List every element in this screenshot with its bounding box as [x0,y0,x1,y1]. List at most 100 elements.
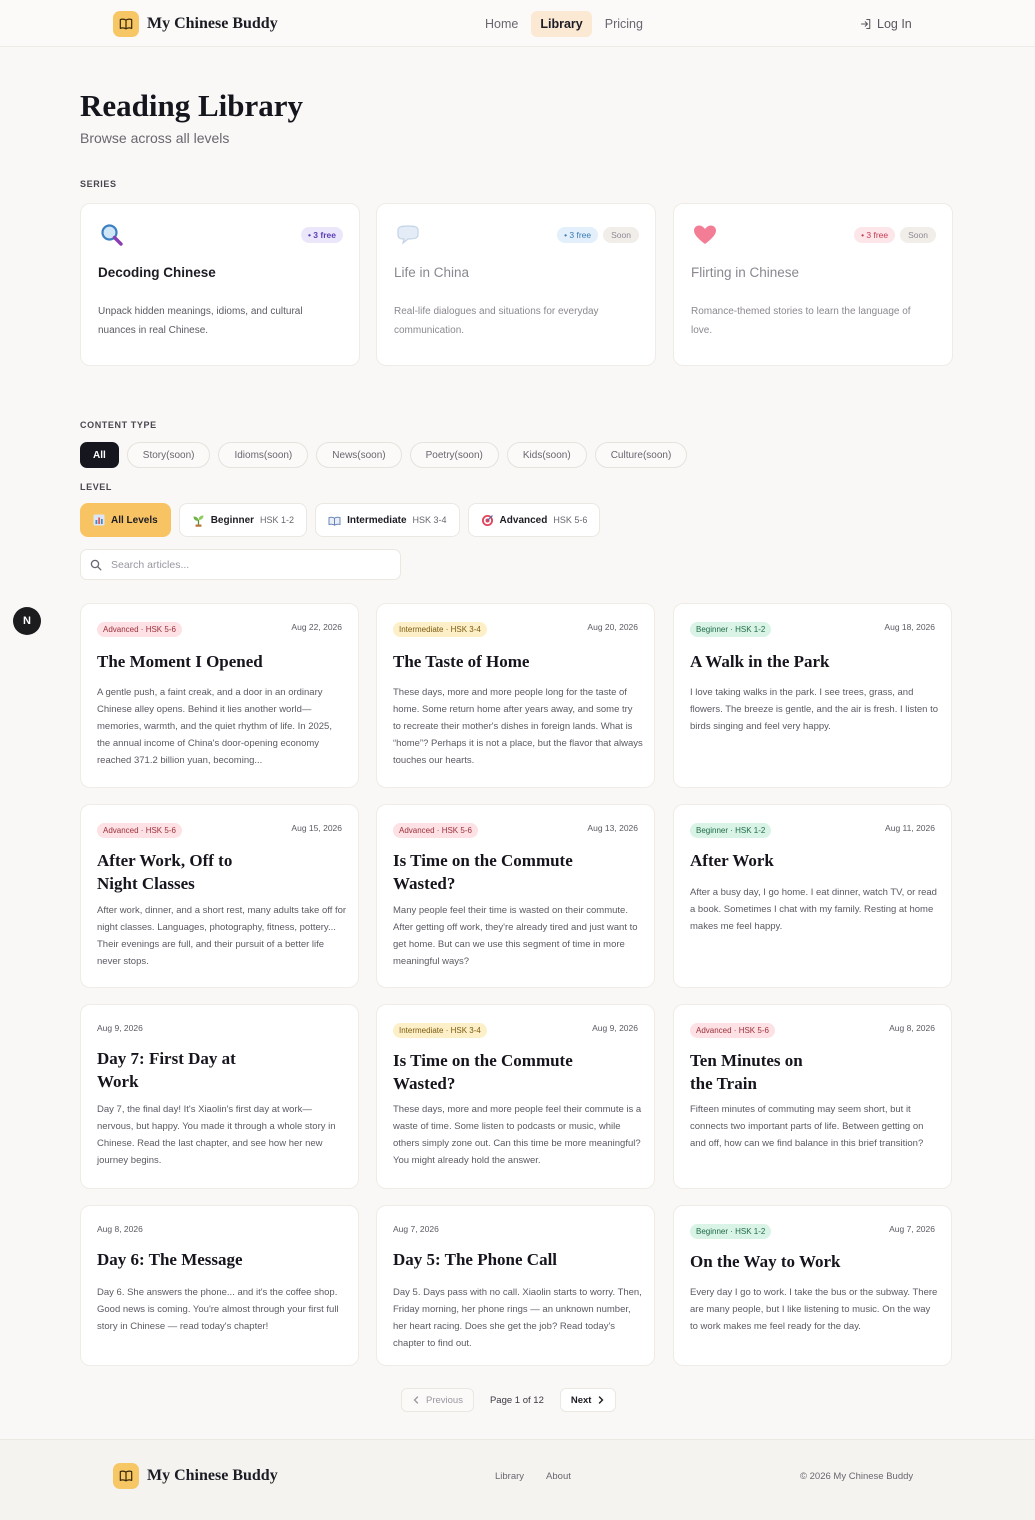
article-card[interactable]: Advanced · HSK 5-6 Aug 13, 2026 Is Time … [376,804,655,988]
series-card-flirting-in-chinese[interactable]: • 3 free Soon Flirting in Chinese Romanc… [673,203,953,366]
chip-all[interactable]: All [80,442,119,468]
article-title: Is Time on the Commute Wasted? [393,1051,573,1093]
article-card[interactable]: Advanced · HSK 5-6 Aug 8, 2026 Ten Minut… [673,1004,952,1189]
article-excerpt: Every day I go to work. I take the bus o… [690,1287,938,1332]
article-title: After Work [690,851,774,870]
main-nav: Home Library Pricing [476,11,652,37]
article-title: A Walk in the Park [690,652,830,671]
footer-links: Library About [495,1471,571,1482]
article-title: Day 5: The Phone Call [393,1250,558,1269]
article-title: The Taste of Home [393,652,530,671]
article-card[interactable]: Beginner · HSK 1-2 Aug 11, 2026 After Wo… [673,804,952,988]
level-name: Advanced [499,514,548,526]
free-badge: • 3 free [557,227,599,243]
brand-logo[interactable]: My Chinese Buddy [113,11,278,37]
article-card[interactable]: Aug 8, 2026 Day 6: The Message Day 6. Sh… [80,1205,359,1366]
article-card[interactable]: Beginner · HSK 1-2 Aug 18, 2026 A Walk i… [673,603,952,788]
copyright: © 2026 My Chinese Buddy [800,1471,914,1482]
article-date: Aug 15, 2026 [291,823,342,833]
article-title: Is Time on the Commute Wasted? [393,851,573,893]
search-icon [90,559,102,571]
level-name: Intermediate [347,514,407,526]
article-card[interactable]: Advanced · HSK 5-6 Aug 22, 2026 The Mome… [80,603,359,788]
article-excerpt: Day 5. Days pass with no call. Xiaolin s… [393,1287,642,1349]
soon-badge: Soon [603,227,639,243]
level-badge: Advanced · HSK 5-6 [97,622,182,637]
magnifier-icon [99,222,125,248]
series-card-life-in-china[interactable]: • 3 free Soon Life in China Real-life di… [376,203,656,366]
level-intermediate[interactable]: Intermediate HSK 3-4 [315,503,460,537]
chip-culture[interactable]: Culture(soon) [594,442,688,468]
series-card-decoding-chinese[interactable]: • 3 free Decoding Chinese Unpack hidden … [80,203,360,366]
article-date: Aug 11, 2026 [885,823,935,833]
chevron-right-icon [599,1396,604,1404]
next-button[interactable]: Next [559,1388,617,1412]
search-input[interactable] [111,556,391,574]
search-field[interactable] [80,549,401,580]
speech-bubble-icon [395,222,421,248]
level-hsk: HSK 3-4 [412,515,447,525]
content-type-filters: All Story(soon) Idioms(soon) News(soon) … [80,442,688,468]
article-excerpt: After a busy day, I go home. I eat dinne… [690,887,937,932]
level-badge: Beginner · HSK 1-2 [690,823,772,838]
previous-label: Previous [426,1394,463,1406]
level-all[interactable]: All Levels [80,503,171,537]
brand-name: My Chinese Buddy [147,1467,278,1484]
level-badge: Advanced · HSK 5-6 [97,823,182,838]
article-date: Aug 7, 2026 [889,1224,935,1234]
article-title: Ten Minutes on the Train [690,1051,803,1093]
nav-home[interactable]: Home [476,11,527,37]
nav-pricing[interactable]: Pricing [596,11,652,37]
level-beginner[interactable]: Beginner HSK 1-2 [178,503,308,537]
chip-kids[interactable]: Kids(soon) [506,442,587,468]
soon-badge: Soon [900,227,936,243]
nav-library[interactable]: Library [531,11,592,37]
level-filters: All Levels Beginner HSK 1-2 Intermediate… [80,503,601,537]
article-title: The Moment I Opened [97,652,263,671]
article-card[interactable]: Aug 7, 2026 Day 5: The Phone Call Day 5.… [376,1205,655,1366]
page-subtitle: Browse across all levels [80,130,230,146]
article-card[interactable]: Aug 9, 2026 Day 7: First Day at Work Day… [80,1004,359,1189]
article-title: Day 6: The Message [97,1250,243,1269]
level-hsk: HSK 1-2 [260,515,295,525]
article-card[interactable]: Intermediate · HSK 3-4 Aug 20, 2026 The … [376,603,655,788]
article-card[interactable]: Advanced · HSK 5-6 Aug 15, 2026 After Wo… [80,804,359,988]
article-title: Day 7: First Day at Work [97,1049,236,1091]
article-card[interactable]: Intermediate · HSK 3-4 Aug 9, 2026 Is Ti… [376,1004,655,1189]
chart-icon [93,514,105,526]
chip-idioms[interactable]: Idioms(soon) [218,442,309,468]
article-card[interactable]: Beginner · HSK 1-2 Aug 7, 2026 On the Wa… [673,1205,952,1366]
top-nav-bar: My Chinese Buddy Home Library Pricing Lo… [0,0,1035,47]
level-badge: Advanced · HSK 5-6 [690,1023,775,1038]
article-date: Aug 8, 2026 [97,1224,143,1234]
level-badge: Intermediate · HSK 3-4 [393,622,487,637]
floating-avatar-button[interactable]: N [13,607,41,635]
level-hsk: HSK 5-6 [553,515,588,525]
article-date: Aug 7, 2026 [393,1224,439,1234]
article-date: Aug 22, 2026 [291,622,342,632]
article-date: Aug 18, 2026 [884,622,935,632]
level-badge: Beginner · HSK 1-2 [690,622,772,637]
previous-button[interactable]: Previous [401,1388,474,1412]
login-button[interactable]: Log In [860,17,912,31]
series-label: SERIES [80,179,117,189]
article-excerpt: Many people feel their time is wasted on… [393,905,638,967]
article-title: After Work, Off to Night Classes [97,851,233,893]
level-advanced[interactable]: Advanced HSK 5-6 [467,503,601,537]
level-label: LEVEL [80,482,113,492]
footer-link-library[interactable]: Library [495,1471,524,1482]
login-label: Log In [877,17,912,31]
footer-brand-logo[interactable]: My Chinese Buddy [113,1463,278,1489]
article-excerpt: A gentle push, a faint creak, and a door… [97,687,332,766]
article-title: On the Way to Work [690,1252,841,1271]
target-icon [481,514,493,526]
next-label: Next [570,1394,592,1406]
book-icon [113,1463,139,1489]
footer-link-about[interactable]: About [546,1471,571,1482]
chip-story[interactable]: Story(soon) [126,442,211,468]
pagination: Previous Page 1 of 12 Next [401,1388,617,1412]
chip-poetry[interactable]: Poetry(soon) [409,442,499,468]
level-name: Beginner [210,514,255,526]
chip-news[interactable]: News(soon) [316,442,402,468]
article-excerpt: Day 7, the final day! It's Xiaolin's fir… [97,1104,336,1166]
